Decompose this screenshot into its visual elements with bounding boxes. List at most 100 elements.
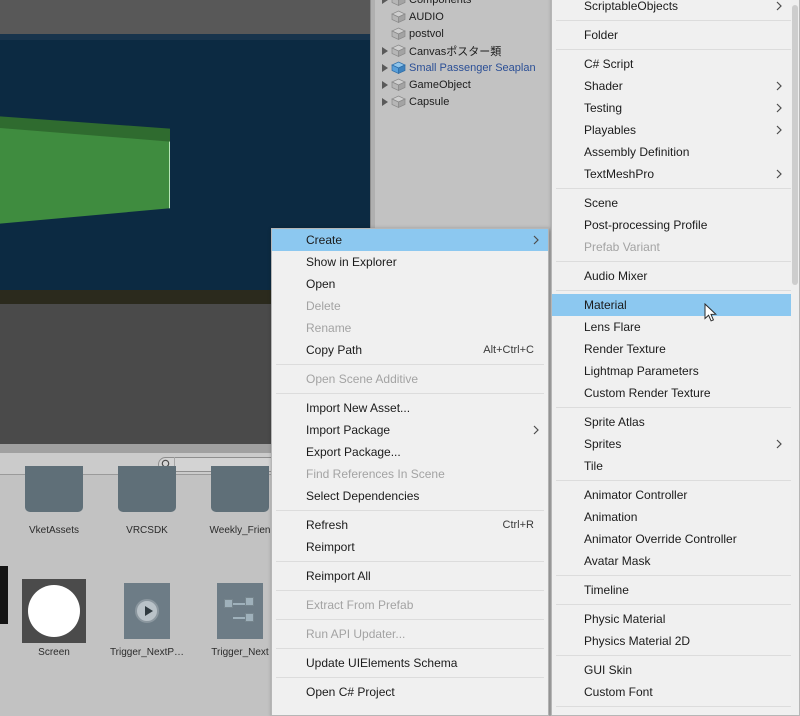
context-menu-item[interactable]: Update UIElements Schema	[272, 652, 548, 674]
context-menu-item-label: Extract From Prefab	[306, 598, 414, 612]
context-menu-item[interactable]: Reimport All	[272, 565, 548, 587]
chevron-right-icon	[775, 103, 783, 113]
hierarchy-item-label: Components	[409, 0, 471, 6]
submenu-item[interactable]: Lens Flare	[552, 316, 799, 338]
menu-separator	[556, 575, 795, 576]
submenu-item[interactable]: Physic Material	[552, 608, 799, 630]
context-menu-item-label: Create	[306, 233, 343, 247]
hierarchy-item[interactable]: Small Passenger Seaplan	[371, 59, 551, 76]
context-menu-item-label: Run API Updater...	[306, 627, 406, 641]
submenu-item-label: Playables	[584, 123, 637, 137]
context-menu-item[interactable]: Import New Asset...	[272, 397, 548, 419]
hierarchy-item[interactable]: postvol	[371, 25, 551, 42]
submenu-item[interactable]: TextMeshPro	[552, 163, 799, 185]
hierarchy-item[interactable]: Canvasポスター類	[371, 42, 551, 59]
submenu-item[interactable]: Timeline	[552, 579, 799, 601]
hierarchy-item[interactable]: Capsule	[371, 93, 551, 110]
asset-item[interactable]: VketAssets	[8, 457, 100, 536]
expand-triangle-icon[interactable]	[379, 46, 391, 55]
context-menu-item-label: Export Package...	[306, 445, 401, 459]
chevron-right-icon	[775, 1, 783, 11]
gameobject-cube-icon	[391, 27, 406, 41]
asset-label: VRCSDK	[126, 525, 168, 536]
context-menu-item[interactable]: Reimport	[272, 536, 548, 558]
chevron-right-icon	[532, 425, 540, 435]
chevron-right-icon	[775, 169, 783, 179]
context-menu-item-label: Copy Path	[306, 343, 363, 357]
asset-item[interactable]: VRCSDK	[101, 457, 193, 536]
context-menu-item[interactable]: Open	[272, 273, 548, 295]
menu-separator	[276, 677, 544, 678]
expand-triangle-icon[interactable]	[379, 80, 391, 89]
submenu-item-label: Scene	[584, 196, 619, 210]
submenu-item[interactable]: ScriptableObjects	[552, 0, 799, 17]
submenu-item[interactable]: Lightmap Parameters	[552, 360, 799, 382]
submenu-item[interactable]: Assembly Definition	[552, 141, 799, 163]
context-menu-item[interactable]: Export Package...	[272, 441, 548, 463]
hierarchy-item[interactable]: Components	[371, 0, 551, 8]
menu-separator	[556, 604, 795, 605]
script-node-icon	[208, 579, 272, 643]
submenu-item-label: Render Texture	[584, 342, 666, 356]
submenu-item-label: C# Script	[584, 57, 634, 71]
submenu-item[interactable]: Sprites	[552, 433, 799, 455]
context-menu-item-label: Delete	[306, 299, 341, 313]
gameobject-cube-icon	[391, 0, 406, 7]
submenu-item-label: Sprites	[584, 437, 622, 451]
submenu-item[interactable]: C# Script	[552, 53, 799, 75]
submenu-item[interactable]: Audio Mixer	[552, 265, 799, 287]
expand-triangle-icon[interactable]	[379, 97, 391, 106]
submenu-item[interactable]: Material	[552, 294, 799, 316]
submenu-item[interactable]: Shader	[552, 75, 799, 97]
submenu-item-label: Lens Flare	[584, 320, 641, 334]
submenu-scroll-thumb[interactable]	[792, 5, 798, 285]
submenu-item-label: Prefab Variant	[584, 240, 660, 254]
submenu-item[interactable]: Custom Font	[552, 681, 799, 703]
context-menu-item-label: Open Scene Additive	[306, 372, 419, 386]
create-submenu: ScriptableObjects Folder C# Script Shader Te…	[551, 0, 800, 716]
context-menu-item: Open Scene Additive	[272, 368, 548, 390]
submenu-item[interactable]: Avatar Mask	[552, 550, 799, 572]
context-menu-item: Rename	[272, 317, 548, 339]
menu-separator	[556, 261, 795, 262]
submenu-item[interactable]: Tile	[552, 455, 799, 477]
submenu-item-label: TextMeshPro	[584, 167, 655, 181]
submenu-item[interactable]: GUI Skin	[552, 659, 799, 681]
submenu-item[interactable]: Sprite Atlas	[552, 411, 799, 433]
submenu-item-label: Assembly Definition	[584, 145, 690, 159]
submenu-item[interactable]: Playables	[552, 119, 799, 141]
submenu-item-label: Physics Material 2D	[584, 634, 691, 648]
gameobject-cube-icon	[391, 44, 406, 58]
context-menu-item-label: Import Package	[306, 423, 391, 437]
context-menu-item[interactable]: Show in Explorer	[272, 251, 548, 273]
expand-triangle-icon[interactable]	[379, 0, 391, 4]
hierarchy-item[interactable]: GameObject	[371, 76, 551, 93]
context-menu-item[interactable]: Copy Path Alt+Ctrl+C	[272, 339, 548, 361]
context-menu-item: Find References In Scene	[272, 463, 548, 485]
context-menu-item[interactable]: Import Package	[272, 419, 548, 441]
submenu-item[interactable]: Folder	[552, 24, 799, 46]
context-menu-item[interactable]: Select Dependencies	[272, 485, 548, 507]
submenu-scrollbar[interactable]	[791, 0, 799, 715]
submenu-item[interactable]: Custom Render Texture	[552, 382, 799, 404]
submenu-item[interactable]: Render Texture	[552, 338, 799, 360]
submenu-item[interactable]: Animation	[552, 506, 799, 528]
hierarchy-item-label: AUDIO	[409, 10, 444, 23]
submenu-item[interactable]: Scene	[552, 192, 799, 214]
expand-triangle-icon[interactable]	[379, 63, 391, 72]
submenu-item[interactable]: Physics Material 2D	[552, 630, 799, 652]
asset-item[interactable]: Screen	[8, 579, 100, 658]
submenu-item[interactable]: Animator Override Controller	[552, 528, 799, 550]
context-menu-item[interactable]: Create	[272, 229, 548, 251]
submenu-item[interactable]: Testing	[552, 97, 799, 119]
context-menu-item[interactable]: Refresh Ctrl+R	[272, 514, 548, 536]
context-menu-item[interactable]: Open C# Project	[272, 681, 548, 703]
asset-item[interactable]: Trigger_NextP…	[101, 579, 193, 658]
hierarchy-item[interactable]: AUDIO	[371, 8, 551, 25]
asset-edge-clip	[0, 566, 8, 624]
submenu-item: Prefab Variant	[552, 236, 799, 258]
submenu-item[interactable]: Post-processing Profile	[552, 214, 799, 236]
chevron-right-icon	[775, 439, 783, 449]
submenu-item[interactable]: Animator Controller	[552, 484, 799, 506]
menu-separator	[276, 648, 544, 649]
